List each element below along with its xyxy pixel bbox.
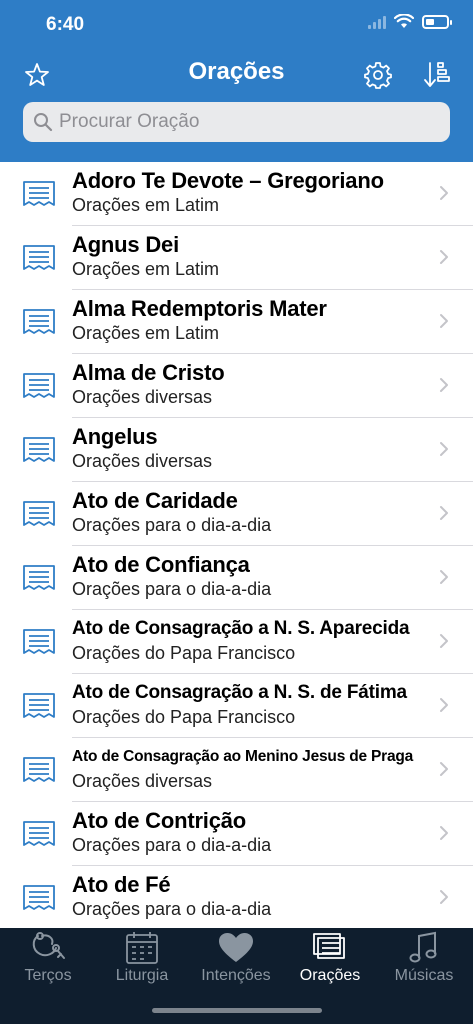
- prayer-category: Orações para o dia-a-dia: [72, 835, 272, 855]
- prayer-title: Ato de Consagração a N. S. Aparecida: [72, 618, 410, 639]
- tab-tercos[interactable]: Terços: [1, 930, 95, 990]
- tab-label: Liturgia: [115, 967, 169, 984]
- heart-icon: [219, 933, 253, 962]
- prayer-row[interactable]: Ato de Consagração a N. S. de Fátima Ora…: [0, 674, 473, 738]
- prayer-title: Adoro Te Devote – Gregoriano: [72, 168, 384, 193]
- status-icons: [368, 14, 452, 29]
- prayer-row[interactable]: Alma Redemptoris Mater Orações em Latim: [0, 290, 473, 354]
- prayer-card-icon: [23, 565, 55, 590]
- chevron-right-icon: [440, 634, 448, 648]
- prayer-card-icon: [23, 309, 55, 334]
- prayer-card-icon: [23, 501, 55, 526]
- status-time: 6:40: [46, 14, 85, 35]
- prayer-title: Alma Redemptoris Mater: [72, 296, 327, 321]
- prayer-card-icon: [23, 693, 55, 718]
- search-input[interactable]: [59, 111, 439, 133]
- prayer-category: Orações diversas: [72, 387, 213, 407]
- sort-button[interactable]: [422, 60, 452, 90]
- prayer-card-icon: [23, 245, 55, 270]
- prayer-list[interactable]: Adoro Te Devote – Gregoriano Orações em …: [0, 162, 473, 928]
- prayer-row[interactable]: Ato de Consagração a N. S. Aparecida Ora…: [0, 610, 473, 674]
- prayer-card-icon: [23, 885, 55, 910]
- prayer-row[interactable]: Ato de Consagração ao Menino Jesus de Pr…: [0, 738, 473, 802]
- prayer-card-icon: [23, 181, 55, 206]
- chevron-right-icon: [440, 186, 448, 200]
- prayer-card-icon: [23, 629, 55, 654]
- chevron-right-icon: [440, 442, 448, 456]
- home-indicator: [152, 1008, 322, 1013]
- prayer-title: Alma de Cristo: [72, 360, 225, 385]
- chevron-right-icon: [440, 250, 448, 264]
- tab-bar: Terços Liturgia Intenções Orações Música…: [0, 928, 473, 1024]
- status-bar: 6:40: [0, 0, 473, 50]
- prayer-category: Orações para o dia-a-dia: [72, 579, 272, 599]
- prayer-card-icon: [23, 373, 55, 398]
- chevron-right-icon: [440, 762, 448, 776]
- tab-label: Músicas: [394, 967, 454, 984]
- tab-intencoes[interactable]: Intenções: [189, 930, 283, 990]
- prayer-title: Angelus: [72, 424, 158, 449]
- chevron-right-icon: [440, 506, 448, 520]
- tab-label: Intenções: [201, 967, 271, 984]
- prayer-title: Ato de Confiança: [72, 552, 250, 577]
- settings-button[interactable]: [363, 60, 393, 90]
- search-icon: [34, 113, 53, 132]
- tab-musicas[interactable]: Músicas: [377, 930, 471, 990]
- prayer-row[interactable]: Ato de Confiança Orações para o dia-a-di…: [0, 546, 473, 610]
- prayer-row[interactable]: Alma de Cristo Orações diversas: [0, 354, 473, 418]
- tab-label: Orações: [299, 967, 361, 984]
- wifi-icon: [394, 14, 414, 28]
- prayer-row[interactable]: Adoro Te Devote – Gregoriano Orações em …: [0, 162, 473, 226]
- chevron-right-icon: [440, 570, 448, 584]
- prayer-card-icon: [23, 821, 55, 846]
- prayer-row[interactable]: Ato de Fé Orações para o dia-a-dia: [0, 866, 473, 928]
- gear-icon: [364, 62, 392, 89]
- prayer-title: Agnus Dei: [72, 232, 179, 257]
- sort-icon: [424, 62, 450, 87]
- chevron-right-icon: [440, 698, 448, 712]
- prayer-title: Ato de Consagração a N. S. de Fátima: [72, 682, 407, 703]
- tab-oracoes[interactable]: Orações: [283, 930, 377, 990]
- prayer-category: Orações do Papa Francisco: [72, 643, 296, 663]
- rosary-icon: [32, 932, 65, 959]
- nav-bar: Orações: [0, 52, 473, 98]
- battery-icon: [422, 14, 452, 29]
- prayer-title: Ato de Caridade: [72, 488, 238, 513]
- tab-label: Terços: [24, 967, 72, 984]
- calendar-icon: [126, 932, 158, 964]
- page-title: Orações: [188, 58, 285, 85]
- prayer-row[interactable]: Ato de Contrição Orações para o dia-a-di…: [0, 802, 473, 866]
- prayer-card-icon: [23, 757, 55, 782]
- chevron-right-icon: [440, 890, 448, 904]
- prayer-category: Orações diversas: [72, 451, 213, 471]
- prayer-title: Ato de Consagração ao Menino Jesus de Pr…: [72, 748, 414, 765]
- prayer-category: Orações para o dia-a-dia: [72, 515, 272, 535]
- cellular-signal-icon: [368, 15, 386, 29]
- prayer-row[interactable]: Agnus Dei Orações em Latim: [0, 226, 473, 290]
- prayer-category: Orações para o dia-a-dia: [72, 899, 272, 919]
- prayer-category: Orações em Latim: [72, 323, 220, 343]
- header: 6:40 Orações: [0, 0, 473, 162]
- prayer-title: Ato de Fé: [72, 872, 171, 897]
- prayer-category: Orações em Latim: [72, 259, 220, 279]
- prayer-cards-icon: [313, 933, 345, 959]
- prayer-category: Orações do Papa Francisco: [72, 707, 296, 727]
- chevron-right-icon: [440, 826, 448, 840]
- prayer-category: Orações em Latim: [72, 195, 220, 215]
- prayer-row[interactable]: Ato de Caridade Orações para o dia-a-dia: [0, 482, 473, 546]
- prayer-row[interactable]: Angelus Orações diversas: [0, 418, 473, 482]
- prayer-card-icon: [23, 437, 55, 462]
- search-bar[interactable]: [23, 102, 450, 142]
- chevron-right-icon: [440, 314, 448, 328]
- prayer-title: Ato de Contrição: [72, 808, 247, 833]
- chevron-right-icon: [440, 378, 448, 392]
- tab-liturgia[interactable]: Liturgia: [95, 930, 189, 990]
- music-note-icon: [409, 931, 437, 963]
- prayer-category: Orações diversas: [72, 771, 213, 791]
